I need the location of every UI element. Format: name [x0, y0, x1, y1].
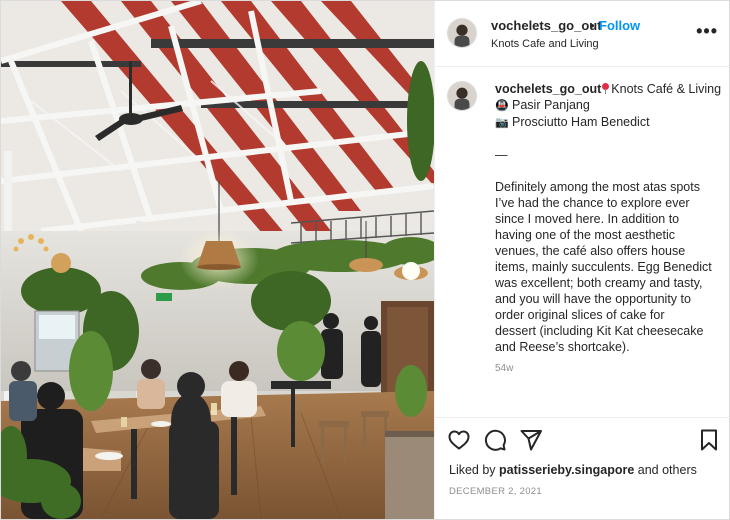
metro-emoji-icon: 🚇: [495, 100, 509, 112]
caption-body-line: and you will have the opportunity to: [495, 292, 691, 306]
heart-icon[interactable]: [447, 428, 471, 452]
user-avatar-image: [448, 82, 476, 110]
caption-body-line: and Reese’s shortcake).: [495, 340, 630, 354]
post-header: vochelets_go_out • Follow Knots Cafe and…: [435, 1, 730, 67]
likes-summary: Liked by patisserieby.singapore and othe…: [449, 463, 697, 477]
caption-body-line: Definitely among the most atas spots: [495, 180, 700, 194]
post-side-panel: vochelets_go_out • Follow Knots Cafe and…: [434, 1, 730, 519]
caption-body-line: order original slices of cake for: [495, 308, 665, 322]
likes-suffix[interactable]: and others: [638, 463, 697, 477]
caption-dish-line: 📷 Prosciutto Ham Benedict: [495, 114, 725, 131]
caption-title: Knots Café & Living: [611, 82, 722, 96]
user-avatar-image: [448, 19, 476, 47]
avatar[interactable]: [447, 18, 477, 48]
post-date[interactable]: DECEMBER 2, 2021: [449, 486, 542, 497]
camera-emoji-icon: 📷: [495, 117, 509, 129]
likes-prefix: Liked by: [449, 463, 496, 477]
follow-button[interactable]: Follow: [599, 18, 640, 33]
avatar[interactable]: [447, 81, 477, 111]
bookmark-icon[interactable]: [697, 428, 721, 452]
caption-body-line: items, mainly succulents. Egg Benedict: [495, 260, 712, 274]
caption-body-line: venues, the café also offers house: [495, 244, 686, 258]
caption-age[interactable]: 54w: [495, 361, 725, 377]
send-icon[interactable]: [519, 428, 543, 452]
caption-place: Pasir Panjang: [512, 98, 590, 112]
caption-body-line: was excellent; both creamy and tasty,: [495, 276, 703, 290]
round-pushpin-emoji-icon: [602, 83, 610, 94]
liked-by-username[interactable]: patisserieby.singapore: [499, 463, 634, 477]
action-bar: [435, 417, 730, 461]
separator-dot: •: [590, 18, 595, 33]
caption-text: vochelets_go_out Knots Café & Living 🚇 Pas…: [495, 81, 725, 377]
caption-title-line: vochelets_go_out Knots Café & Living: [495, 81, 725, 97]
instagram-post: vochelets_go_out • Follow Knots Cafe and…: [0, 0, 730, 520]
more-horizontal-icon[interactable]: •••: [696, 21, 718, 42]
caption-username[interactable]: vochelets_go_out: [495, 82, 601, 96]
caption-divider: —: [495, 148, 508, 162]
cafe-interior-photo: [1, 1, 434, 519]
comment-icon[interactable]: [483, 428, 507, 452]
post-location[interactable]: Knots Cafe and Living: [491, 38, 599, 50]
post-author-username[interactable]: vochelets_go_out: [491, 18, 602, 33]
caption-body-line: I’ve had the chance to explore ever: [495, 196, 690, 210]
caption-body-line: dessert (including Kit Kat cheesecake: [495, 324, 704, 338]
caption-place-line: 🚇 Pasir Panjang: [495, 97, 725, 114]
caption-dish: Prosciutto Ham Benedict: [512, 115, 650, 129]
caption-body-line: since I moved here. In addition to: [495, 212, 680, 226]
caption-body-line: having one of the most aesthetic: [495, 228, 675, 242]
post-photo[interactable]: [1, 1, 434, 519]
